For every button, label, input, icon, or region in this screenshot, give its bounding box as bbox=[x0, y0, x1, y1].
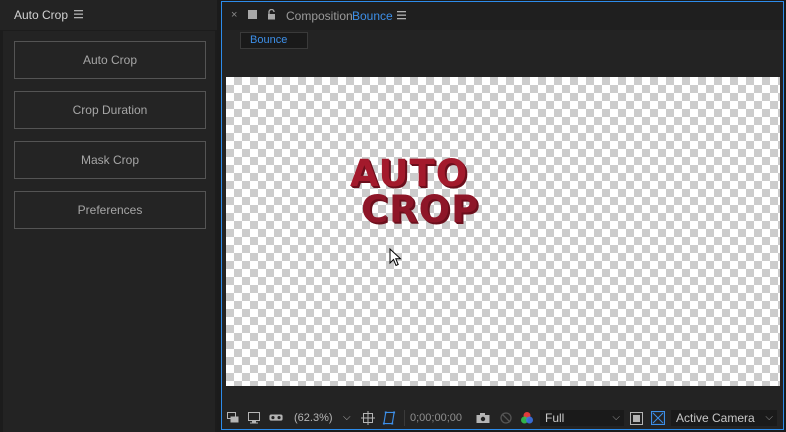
comp-color-swatch[interactable] bbox=[248, 10, 257, 19]
vr-goggles-icon[interactable] bbox=[269, 411, 283, 425]
grid-guide-icon[interactable] bbox=[361, 411, 375, 425]
target-region-icon[interactable] bbox=[629, 411, 643, 425]
chevron-down-icon: ⌵ bbox=[765, 412, 773, 423]
auto-crop-panel-title[interactable]: Auto Crop bbox=[14, 8, 68, 22]
auto-crop-panel-header: Auto Crop bbox=[0, 0, 217, 30]
color-channels-icon[interactable] bbox=[520, 411, 534, 425]
camera-view-value: Active Camera bbox=[676, 411, 755, 425]
close-icon[interactable]: × bbox=[231, 9, 237, 21]
transparency-grid-canvas[interactable]: AUTO CROP bbox=[226, 77, 780, 386]
auto-crop-panel-body: Auto Crop Crop Duration Mask Crop Prefer… bbox=[3, 31, 215, 432]
resolution-dropdown[interactable]: Full ⌵ bbox=[540, 410, 624, 426]
resolution-value: Full bbox=[545, 411, 565, 425]
transparency-grid-icon[interactable] bbox=[651, 411, 665, 425]
composition-label: Composition bbox=[286, 9, 353, 23]
composition-panel: × Composition Bounce Bounce AUTO CROP (6… bbox=[221, 1, 784, 430]
mask-crop-button[interactable]: Mask Crop bbox=[14, 141, 206, 179]
composition-viewer: AUTO CROP bbox=[222, 52, 783, 407]
camera-snapshot-icon[interactable] bbox=[476, 411, 490, 425]
mouse-cursor-icon bbox=[389, 247, 402, 270]
auto-crop-logo: AUTO CROP bbox=[344, 155, 516, 237]
always-preview-icon[interactable] bbox=[226, 411, 240, 425]
lock-icon[interactable] bbox=[267, 8, 276, 23]
zoom-value[interactable]: (62.3%) bbox=[294, 411, 333, 425]
composition-panel-header: × Composition Bounce bbox=[222, 2, 783, 30]
panel-menu-icon[interactable] bbox=[74, 8, 84, 23]
camera-view-dropdown[interactable]: Active Camera ⌵ bbox=[671, 410, 777, 426]
show-snapshot-icon[interactable] bbox=[499, 411, 513, 425]
region-of-interest-icon[interactable] bbox=[382, 411, 396, 425]
toolbar-divider bbox=[404, 410, 405, 426]
auto-crop-button[interactable]: Auto Crop bbox=[14, 41, 206, 79]
auto-crop-panel: Auto Crop Auto Crop Crop Duration Mask C… bbox=[0, 0, 217, 432]
tab-bounce[interactable]: Bounce bbox=[240, 32, 308, 49]
monitor-icon[interactable] bbox=[247, 411, 261, 425]
preferences-button[interactable]: Preferences bbox=[14, 191, 206, 229]
composition-name[interactable]: Bounce bbox=[352, 9, 393, 23]
chevron-down-icon[interactable]: ⌵ bbox=[343, 411, 351, 425]
crop-duration-button[interactable]: Crop Duration bbox=[14, 91, 206, 129]
timecode-display[interactable]: 0;00;00;00 bbox=[410, 411, 462, 425]
panel-menu-icon[interactable] bbox=[397, 9, 407, 24]
logo-text-crop: CROP bbox=[361, 188, 480, 231]
viewer-toolbar: (62.3%) ⌵ 0;00;00;00 Full ⌵ Active Camer… bbox=[222, 407, 783, 429]
logo-text-auto: AUTO bbox=[350, 152, 469, 195]
chevron-down-icon: ⌵ bbox=[612, 412, 620, 423]
